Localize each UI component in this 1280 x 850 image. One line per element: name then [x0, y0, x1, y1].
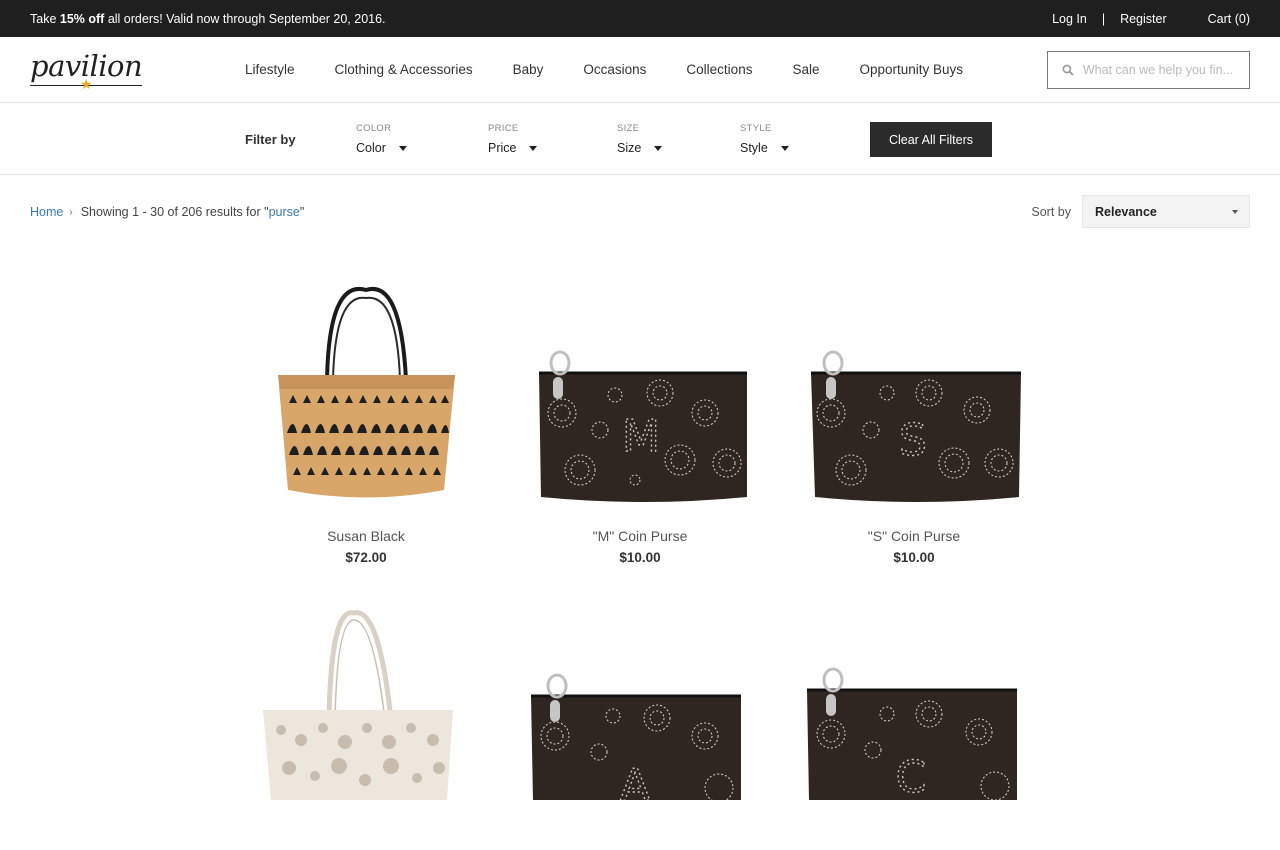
promo-suffix: all orders! Valid now through September …	[104, 11, 386, 26]
nav-item-opportunity-buys[interactable]: Opportunity Buys	[859, 62, 963, 77]
star-icon: ★	[80, 75, 93, 92]
sort-by-label: Sort by	[1031, 204, 1071, 219]
account-links: Log In | Register Cart (0)	[1052, 12, 1250, 26]
tote-bag-image	[278, 286, 455, 498]
sort-select[interactable]: Relevance	[1082, 195, 1250, 228]
register-link[interactable]: Register	[1120, 12, 1167, 26]
coin-purse-image: A	[531, 673, 741, 812]
coin-purse-image: S	[811, 350, 1021, 502]
caret-down-icon	[654, 145, 663, 151]
search-input[interactable]	[1082, 63, 1249, 77]
product-image-coin-purse-s[interactable]: S	[789, 285, 1039, 525]
product-card[interactable]: A	[515, 610, 765, 850]
product-price: $10.00	[619, 550, 661, 565]
filter-size-caption: SIZE	[617, 123, 640, 134]
pavilion-logo[interactable]: pavilion ★	[30, 46, 143, 94]
promo-prefix: Take	[30, 11, 60, 26]
caret-down-icon	[398, 145, 407, 151]
product-name[interactable]: Susan Black	[241, 528, 491, 544]
filter-color[interactable]: COLOR Color	[356, 123, 407, 155]
promo-bar: Take 15% off all orders! Valid now throu…	[0, 0, 1280, 37]
caret-down-icon	[780, 145, 789, 151]
login-link[interactable]: Log In	[1052, 12, 1087, 26]
product-image-coin-purse-c[interactable]: C	[789, 610, 1039, 850]
svg-text:C: C	[896, 752, 927, 800]
filter-price-caption: PRICE	[488, 123, 519, 134]
coin-purse-image: M	[539, 350, 747, 502]
product-name[interactable]: "S" Coin Purse	[789, 528, 1039, 544]
product-name[interactable]: "M" Coin Purse	[515, 528, 765, 544]
product-card[interactable]: M "M" Coin Purse $10.00	[515, 285, 765, 565]
search-box[interactable]	[1047, 51, 1250, 89]
nav-item-sale[interactable]: Sale	[792, 62, 819, 77]
product-card[interactable]: Susan Black $72.00	[241, 285, 491, 565]
product-image-coin-purse-a[interactable]: A	[515, 610, 765, 850]
filter-bar: Filter by COLOR Color PRICE Price SIZE S…	[0, 103, 1280, 175]
search-icon	[1062, 64, 1074, 76]
sort-select-value: Relevance	[1095, 204, 1157, 219]
breadcrumb: Home › Showing 1 - 30 of 206 results for…	[30, 205, 304, 219]
account-separator: |	[1101, 11, 1106, 26]
cart-link[interactable]: Cart (0)	[1208, 12, 1250, 26]
site-header: pavilion ★ Lifestyle Clothing & Accessor…	[0, 37, 1280, 103]
filter-style[interactable]: STYLE Style	[740, 123, 789, 155]
results-showing: Showing 1 - 30 of 206 results for "	[80, 205, 269, 219]
svg-text:S: S	[899, 415, 927, 466]
caret-down-icon	[1232, 210, 1238, 214]
promo-message: Take 15% off all orders! Valid now throu…	[30, 12, 386, 26]
breadcrumb-home-link[interactable]: Home	[30, 205, 63, 219]
filter-color-caption: COLOR	[356, 123, 392, 134]
filter-by-label: Filter by	[245, 132, 296, 147]
results-count-text: Showing 1 - 30 of 206 results for "purse…	[81, 205, 305, 219]
filter-style-caption: STYLE	[740, 123, 772, 134]
product-price: $10.00	[893, 550, 935, 565]
results-header: Home › Showing 1 - 30 of 206 results for…	[0, 175, 1280, 250]
product-card[interactable]: C	[789, 610, 1039, 850]
coin-purse-image: C	[807, 667, 1017, 804]
filter-color-value: Color	[356, 141, 386, 155]
filter-style-value: Style	[740, 141, 768, 155]
svg-text:M: M	[622, 411, 660, 462]
product-price: $72.00	[345, 550, 387, 565]
filter-size[interactable]: SIZE Size	[617, 123, 663, 155]
nav-item-occasions[interactable]: Occasions	[583, 62, 646, 77]
main-nav: Lifestyle Clothing & Accessories Baby Oc…	[245, 62, 1003, 77]
search-query: purse	[268, 205, 300, 219]
svg-text:A: A	[620, 760, 650, 800]
tote-bag-image	[263, 610, 453, 800]
sort-control: Sort by Relevance	[1031, 195, 1250, 228]
product-image-tote-tan[interactable]	[241, 285, 491, 525]
clear-all-filters-button[interactable]: Clear All Filters	[870, 122, 992, 157]
filter-price[interactable]: PRICE Price	[488, 123, 538, 155]
results-close-quote: "	[299, 205, 305, 219]
filter-size-value: Size	[617, 141, 642, 155]
nav-item-collections[interactable]: Collections	[686, 62, 752, 77]
filter-price-value: Price	[488, 141, 517, 155]
chevron-right-icon: ›	[69, 206, 73, 218]
caret-down-icon	[529, 145, 538, 151]
nav-item-baby[interactable]: Baby	[513, 62, 544, 77]
nav-item-clothing-accessories[interactable]: Clothing & Accessories	[335, 62, 473, 77]
product-image-coin-purse-m[interactable]: M	[515, 285, 765, 525]
product-card[interactable]	[241, 610, 491, 850]
nav-item-lifestyle[interactable]: Lifestyle	[245, 62, 295, 77]
product-card[interactable]: S "S" Coin Purse $10.00	[789, 285, 1039, 565]
promo-discount: 15% off	[59, 11, 105, 26]
product-image-tote-cream[interactable]	[241, 610, 491, 850]
